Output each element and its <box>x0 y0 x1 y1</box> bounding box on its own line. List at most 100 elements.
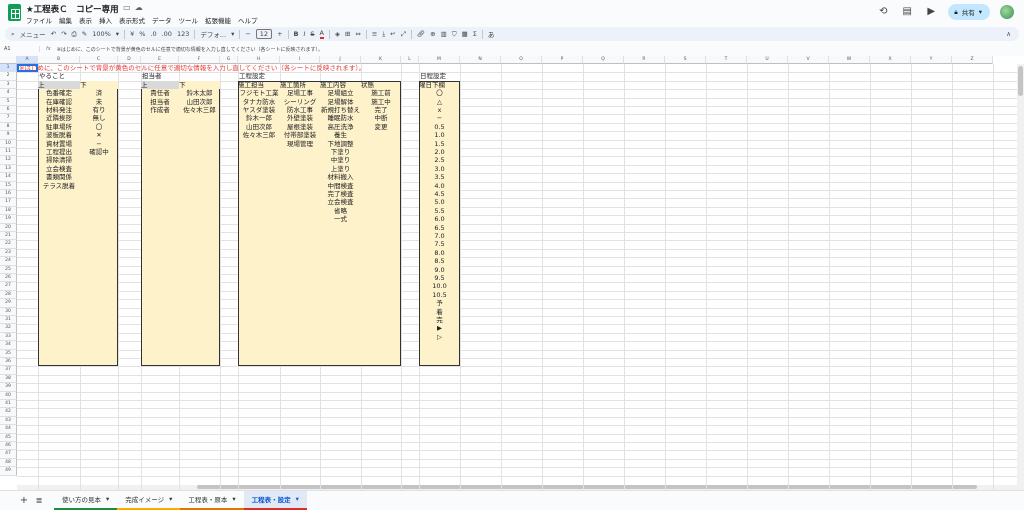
row-header[interactable]: 34 <box>0 341 17 350</box>
row-header[interactable]: 5 <box>0 97 17 106</box>
row-header[interactable]: 2 <box>0 72 17 81</box>
column-header[interactable]: V <box>788 56 829 64</box>
menu-item[interactable]: 表示 <box>79 15 92 25</box>
undo-icon[interactable]: ↶ <box>51 30 56 38</box>
filter-views-icon[interactable]: ▦ <box>462 30 468 38</box>
row-header[interactable]: 42 <box>0 408 17 417</box>
row-header[interactable]: 3 <box>0 80 17 90</box>
column-header[interactable]: Q <box>583 56 624 64</box>
column-header[interactable]: P <box>542 56 583 64</box>
row-header[interactable]: 21 <box>0 232 17 241</box>
row-header[interactable]: 8 <box>0 122 17 132</box>
star-icon[interactable]: ☆ <box>112 3 123 12</box>
insert-comment-icon[interactable]: ⊕ <box>430 30 435 38</box>
chevron-down-icon[interactable]: ▾ <box>979 8 982 16</box>
column-header[interactable]: N <box>460 56 501 64</box>
row-header[interactable]: 30 <box>0 307 17 316</box>
filter-icon[interactable]: ⛉ <box>452 30 457 39</box>
row-header[interactable]: 15 <box>0 181 17 190</box>
vertical-scrollbar[interactable] <box>1017 64 1024 490</box>
text-color-icon[interactable]: A <box>319 29 324 39</box>
sheets-logo-icon[interactable] <box>8 4 21 21</box>
font-select[interactable]: デフォ... <box>200 29 226 39</box>
row-header[interactable]: 27 <box>0 282 17 291</box>
row-header[interactable]: 39 <box>0 383 17 392</box>
column-header[interactable]: U <box>747 56 788 64</box>
column-header[interactable]: K <box>361 56 401 64</box>
row-header[interactable]: 14 <box>0 173 17 182</box>
scroll-thumb[interactable] <box>197 485 977 489</box>
functions-icon[interactable]: Σ <box>473 30 477 38</box>
row-header[interactable]: 24 <box>0 257 17 266</box>
row-header[interactable]: 49 <box>0 467 17 476</box>
menu-item[interactable]: 挿入 <box>99 15 112 25</box>
insert-link-icon[interactable]: 🔗︎ <box>417 30 425 38</box>
column-header[interactable]: S <box>665 56 706 64</box>
borders-icon[interactable]: ⊞ <box>345 30 350 38</box>
column-header[interactable]: M <box>419 56 460 64</box>
row-header[interactable]: 6 <box>0 106 17 115</box>
row-header[interactable]: 17 <box>0 198 17 207</box>
row-header[interactable]: 18 <box>0 206 17 216</box>
menu-item[interactable]: データ <box>152 15 172 25</box>
row-header[interactable]: 37 <box>0 366 17 375</box>
row-header[interactable]: 19 <box>0 215 17 224</box>
column-header[interactable]: O <box>501 56 542 64</box>
increase-font-icon[interactable]: + <box>277 30 282 38</box>
decrease-font-icon[interactable]: − <box>245 30 250 38</box>
strikethrough-icon[interactable]: S <box>310 30 314 38</box>
row-header[interactable]: 44 <box>0 425 17 434</box>
fill-color-icon[interactable]: ◈ <box>335 30 340 38</box>
row-header[interactable]: 16 <box>0 190 17 199</box>
row-header[interactable]: 43 <box>0 416 17 426</box>
paint-format-icon[interactable]: ✎ <box>82 30 87 38</box>
row-header[interactable]: 46 <box>0 442 17 451</box>
row-header[interactable]: 36 <box>0 358 17 367</box>
collapse-toolbar-icon[interactable]: ∧ <box>1006 30 1011 38</box>
cloud-status-icon[interactable]: ☁ <box>135 3 147 12</box>
row-header[interactable]: 28 <box>0 290 17 300</box>
move-folder-icon[interactable]: ▭ <box>123 3 135 12</box>
row-header[interactable]: 22 <box>0 240 17 249</box>
chevron-down-icon[interactable]: ▾ <box>116 30 119 38</box>
row-header[interactable]: 33 <box>0 332 17 342</box>
formula-input[interactable]: ※はじめに、このシートで背景が黄色のセルに任意で適切な情報を入力し直してください… <box>57 46 323 53</box>
comments-icon[interactable]: ▤ <box>900 5 914 19</box>
text-wrap-icon[interactable]: ↵ <box>390 30 395 38</box>
row-header[interactable]: 12 <box>0 156 17 165</box>
row-header[interactable]: 9 <box>0 131 17 140</box>
row-header[interactable]: 38 <box>0 374 17 384</box>
menu-item[interactable]: ツール <box>179 15 199 25</box>
chevron-down-icon[interactable]: ▾ <box>106 495 109 503</box>
column-header[interactable]: T <box>706 56 747 64</box>
row-header[interactable]: 1 <box>0 64 17 73</box>
chevron-down-icon[interactable]: ▾ <box>232 495 235 503</box>
merge-cells-icon[interactable]: ⇔ <box>355 30 360 38</box>
italic-icon[interactable]: I <box>303 30 305 38</box>
input-tools-icon[interactable]: あ <box>488 29 495 39</box>
list-item[interactable]: ▷ <box>419 333 460 342</box>
avatar[interactable] <box>1000 5 1014 19</box>
insert-chart-icon[interactable]: ▥ <box>441 30 447 38</box>
row-header[interactable]: 26 <box>0 274 17 283</box>
search-icon[interactable]: ⌕ <box>11 30 15 39</box>
column-header[interactable]: R <box>624 56 665 64</box>
select-all-corner[interactable] <box>0 56 17 64</box>
menu-item[interactable]: 拡張機能 <box>205 15 231 25</box>
sheet-tab[interactable]: 工程表・原本 ▾ <box>180 491 244 510</box>
menu-search[interactable]: メニュー <box>20 29 46 39</box>
document-title[interactable]: ★工程表Ｃ コピー専用 <box>26 3 119 15</box>
list-item[interactable]: テラス脱着 <box>38 182 80 191</box>
scroll-thumb[interactable] <box>1018 66 1023 96</box>
row-header[interactable]: 40 <box>0 391 17 400</box>
chevron-down-icon[interactable]: ▾ <box>296 495 299 503</box>
column-header[interactable]: W <box>829 56 870 64</box>
row-header[interactable]: 4 <box>0 89 17 98</box>
row-header[interactable]: 47 <box>0 450 17 459</box>
share-button[interactable]: 🔒︎ 共有 ▾ <box>948 4 990 20</box>
list-item[interactable]: 作成者 <box>141 106 179 115</box>
column-header[interactable]: Z <box>952 56 993 64</box>
spreadsheet-grid[interactable]: A B C D E F G H I J K L M N O P Q R S T U V W X Y Z 1 2 3 4 5 6 7 8 9 10 11 1… <box>0 56 1024 490</box>
column-header[interactable]: L <box>401 56 419 64</box>
row-header[interactable]: 23 <box>0 248 17 258</box>
